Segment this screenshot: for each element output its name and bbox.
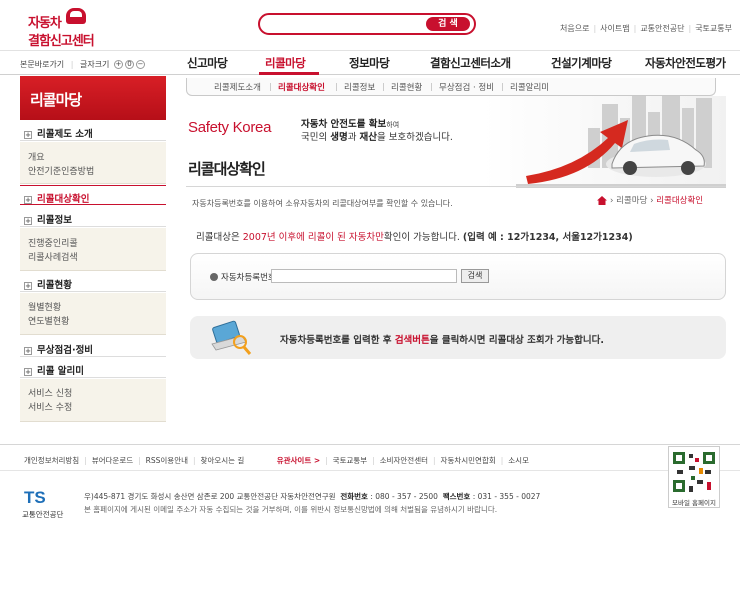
nav-construction[interactable]: 건설기계마당: [551, 55, 612, 71]
nav-info[interactable]: 정보마당: [349, 55, 390, 71]
accessibility-tools: 본문바로가기 | 글자크기 +0−: [20, 60, 145, 69]
footer-link-rss[interactable]: RSS이용안내: [146, 456, 188, 465]
bullet-arrow-icon: [210, 273, 218, 281]
side-menu-recall-case-search[interactable]: 리콜사례검색: [28, 250, 78, 263]
plus-icon: +: [24, 347, 32, 355]
breadcrumb-current: 리콜대상확인: [656, 196, 704, 206]
side-menu-monthly[interactable]: 월별현황: [28, 300, 61, 313]
footer-address: 우)445-871 경기도 화성시 송산면 삼존로 200 교통안전공단 자동차…: [84, 492, 541, 501]
side-submenu-recall-alert: 서비스 신청 서비스 수정: [20, 379, 166, 422]
footer-divider-2: [0, 470, 740, 471]
family-link-molit[interactable]: 국토교통부: [333, 456, 368, 465]
zoom-out-button[interactable]: −: [135, 60, 145, 69]
subnav-recall-check[interactable]: 리콜대상확인: [278, 81, 325, 93]
side-menu-recall-alert[interactable]: + 리콜 알리미: [20, 358, 166, 378]
breadcrumb: › 리콜마당 › 리콜대상확인: [610, 196, 704, 206]
skip-to-content-link[interactable]: 본문바로가기: [20, 60, 64, 69]
laptop-magnifier-icon: [211, 320, 252, 355]
car-number-search-button[interactable]: 검색: [461, 269, 489, 283]
util-link-ts[interactable]: 교통안전공단: [640, 24, 684, 33]
util-link-sitemap[interactable]: 사이트맵: [600, 24, 629, 33]
ts-logo: TS 교통안전공단: [22, 488, 64, 519]
util-link-molit[interactable]: 국토교통부: [695, 24, 732, 33]
side-submenu-recall-system: 개요 안전기준인증방법: [20, 142, 166, 184]
footer-link-privacy[interactable]: 개인정보처리방침: [24, 456, 79, 465]
subnav-recall-alert[interactable]: 리콜알리미: [510, 81, 549, 93]
family-link-consumer[interactable]: 소비자안전센터: [380, 456, 428, 465]
side-menu-ongoing-recall[interactable]: 진행중인리콜: [28, 236, 78, 249]
page-description: 자동차등록번호를 이용하여 소유자동차의 리콜대상여부를 확인할 수 있습니다.: [192, 199, 453, 208]
side-menu-recall-status[interactable]: + 리콜현황: [20, 272, 166, 292]
plus-icon: +: [24, 282, 32, 290]
top-search: 검 색: [258, 13, 476, 35]
footer-link-directions[interactable]: 찾아오시는 길: [201, 456, 245, 465]
title-divider: [186, 186, 726, 187]
side-menu-service-apply[interactable]: 서비스 신청: [28, 386, 72, 399]
side-menu-title: 리콜마당: [20, 76, 166, 120]
top-banner: [186, 96, 726, 188]
banner-brand: Safety Korea: [188, 119, 272, 136]
side-menu-overview[interactable]: 개요: [28, 150, 45, 163]
subnav-recall-system[interactable]: 리콜제도소개: [214, 81, 261, 93]
nav-active-indicator: [259, 72, 319, 75]
top-search-input[interactable]: [268, 17, 418, 31]
side-menu-recall-check[interactable]: + 리콜대상확인: [20, 185, 166, 205]
subnav-recall-info[interactable]: 리콜정보: [344, 81, 375, 93]
font-size-label: 글자크기: [79, 60, 110, 69]
side-menu-free-inspection[interactable]: + 무상점검·정비: [20, 337, 166, 357]
nav-center-intro[interactable]: 결함신고센터소개: [430, 55, 511, 71]
logo-line1: 자동차: [28, 16, 62, 31]
page-title: 리콜대상확인: [188, 160, 266, 178]
side-menu-service-edit[interactable]: 서비스 수정: [28, 400, 72, 413]
guide-text: 자동차등록번호를 입력한 후 검색버튼을 클릭하시면 리콜대상 조회가 가능합니…: [280, 335, 604, 346]
plus-icon: +: [24, 217, 32, 225]
side-submenu-recall-info: 진행중인리콜 리콜사례검색: [20, 228, 166, 271]
zoom-reset-button[interactable]: 0: [124, 60, 134, 69]
footer-links: 개인정보처리방침 | 뷰어다운로드 | RSS이용안내 | 찾아오시는 길 유관사이트 > |…: [24, 456, 529, 465]
car-number-label: 자동차등록번호: [210, 271, 276, 283]
footer-link-viewer[interactable]: 뷰어다운로드: [92, 456, 133, 465]
side-menu-recall-info[interactable]: + 리콜정보: [20, 207, 166, 227]
nav-recall[interactable]: 리콜마당: [265, 55, 306, 71]
top-search-button[interactable]: 검 색: [426, 17, 470, 31]
plus-icon: +: [24, 368, 32, 376]
side-submenu-recall-status: 월별현황 연도별현황: [20, 293, 166, 335]
family-site-label: 유관사이트 >: [276, 456, 321, 465]
recall-notice: 리콜대상은 2007년 이후에 리콜이 된 자동차만확인이 가능합니다. (입력…: [196, 232, 633, 243]
subnav-recall-status[interactable]: 리콜현황: [391, 81, 422, 93]
family-link-citizens[interactable]: 자동차시민연합회: [441, 456, 496, 465]
plus-icon: +: [24, 196, 32, 204]
footer-copyright: 본 홈페이지에 게시된 이메일 주소가 자동 수집되는 것을 거부하며, 이를 …: [84, 505, 498, 514]
side-menu-recall-system[interactable]: + 리콜제도 소개: [20, 121, 166, 141]
util-link-home[interactable]: 처음으로: [560, 24, 589, 33]
side-menu-standard-cert[interactable]: 안전기준인증방법: [28, 164, 94, 177]
car-number-input[interactable]: [271, 269, 457, 283]
banner-slogan-line2: 국민의 생명과 재산을 보호하겠습니다.: [301, 132, 453, 143]
qr-caption: 모바일 홈페이지: [672, 499, 716, 507]
breadcrumb-recall[interactable]: 리콜마당: [616, 196, 647, 206]
family-link-sosimo[interactable]: 소시모: [508, 456, 529, 465]
logo-line2: 결함신고센터: [28, 34, 95, 49]
qr-code-icon: [673, 452, 715, 492]
nav-report[interactable]: 신고마당: [187, 55, 228, 71]
side-menu-yearly[interactable]: 연도별현황: [28, 314, 69, 327]
banner-slogan-line1: 자동차 안전도를 확보하여: [301, 119, 400, 130]
subnav-free-inspection[interactable]: 무상점검 · 정비: [439, 81, 494, 93]
site-logo[interactable]: 자동차 결함신고센터: [28, 6, 118, 49]
banner-illustration-icon: [516, 120, 726, 188]
car-icon: [66, 8, 86, 24]
utility-links: 처음으로 | 사이트맵 | 교통안전공단 | 국토교통부: [560, 24, 732, 33]
plus-icon: +: [24, 131, 32, 139]
nav-safety-rating[interactable]: 자동차안전도평가: [645, 55, 726, 71]
footer-divider: [0, 444, 740, 445]
zoom-in-button[interactable]: +: [113, 60, 123, 69]
